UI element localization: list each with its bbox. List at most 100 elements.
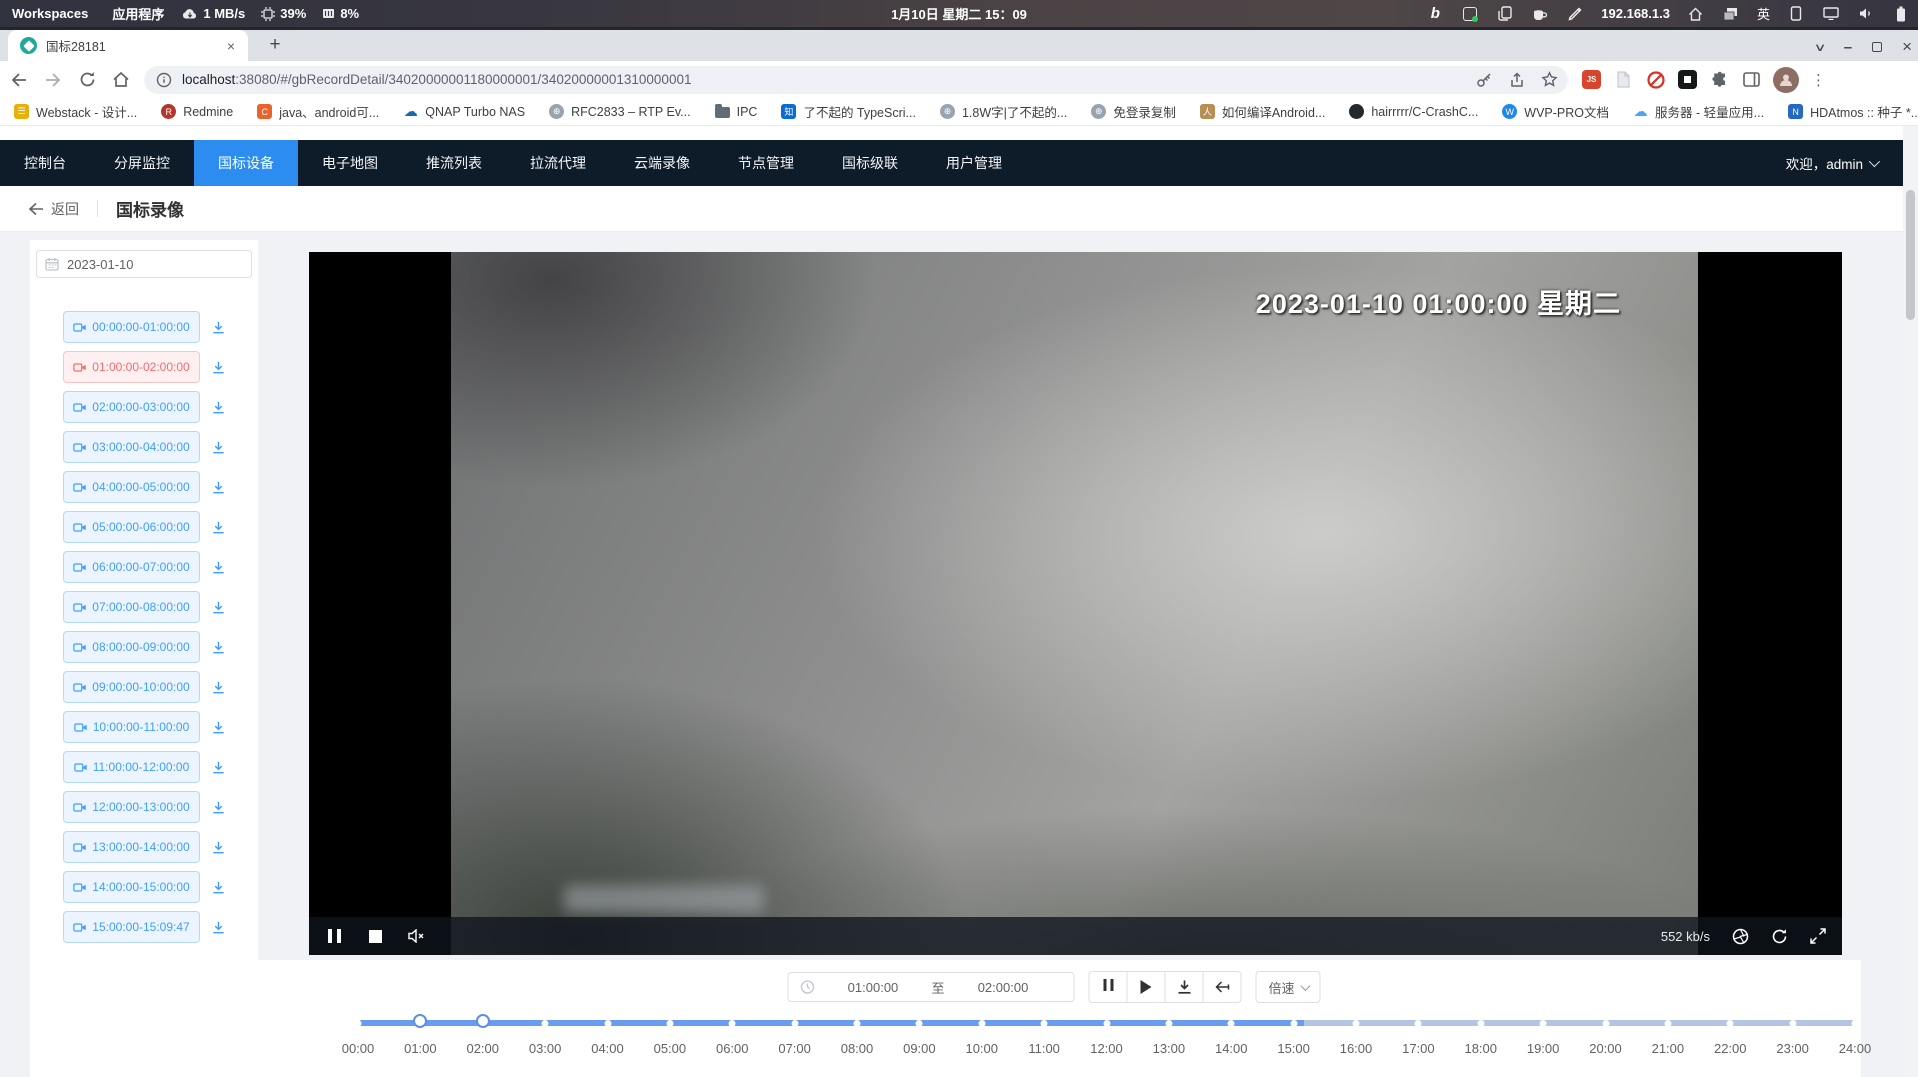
record-segment-button[interactable]: 09:00:00-10:00:00	[63, 671, 200, 703]
record-download-icon[interactable]	[211, 800, 226, 815]
user-menu[interactable]: 欢迎，admin	[1786, 140, 1877, 186]
clipboard-tray-icon[interactable]	[1496, 5, 1514, 23]
bookmark-item[interactable]: ⊕免登录复制	[1091, 102, 1176, 121]
nav-tab-6[interactable]: 拉流代理	[506, 140, 610, 186]
browser-menu-icon[interactable]: ⋮	[1811, 71, 1826, 89]
record-download-icon[interactable]	[211, 720, 226, 735]
player-stop-button[interactable]	[369, 930, 382, 943]
nav-tab-8[interactable]: 节点管理	[714, 140, 818, 186]
bookmark-item[interactable]: IPC	[715, 105, 758, 119]
seek-back-button[interactable]	[1202, 971, 1241, 1003]
video-player[interactable]: 2023-01-10 01:00:00 星期二 552 kb/s	[309, 252, 1842, 955]
bookmark-item[interactable]: Cjava、android可...	[257, 102, 379, 121]
record-segment-button[interactable]: 04:00:00-05:00:00	[63, 471, 200, 503]
record-download-icon[interactable]	[211, 520, 226, 535]
scrollbar-thumb[interactable]	[1906, 190, 1915, 320]
record-segment-button[interactable]: 06:00:00-07:00:00	[63, 551, 200, 583]
nav-tab-2[interactable]: 分屏监控	[90, 140, 194, 186]
timeline-range-handle[interactable]	[476, 1014, 490, 1028]
site-info-icon[interactable]	[156, 72, 172, 88]
record-segment-button[interactable]: 03:00:00-04:00:00	[63, 431, 200, 463]
time-range-input[interactable]: 01:00:00 至 02:00:00	[787, 972, 1074, 1002]
window-maximize-button[interactable]	[1872, 42, 1882, 52]
forward-icon[interactable]	[38, 65, 68, 95]
bookmark-item[interactable]: NHDAtmos :: 种子 *...	[1788, 102, 1918, 121]
bookmark-item[interactable]: ⊕1.8W字|了不起的...	[940, 102, 1067, 121]
fullscreen-icon[interactable]	[1810, 928, 1826, 944]
record-segment-button[interactable]: 14:00:00-15:00:00	[63, 871, 200, 903]
bookmark-item[interactable]: WWVP-PRO文档	[1502, 102, 1609, 121]
bookmark-item[interactable]: ☁QNAP Turbo NAS	[403, 104, 525, 119]
play-button[interactable]	[1126, 971, 1165, 1003]
windows-tray-icon[interactable]	[1722, 5, 1740, 23]
share-icon[interactable]	[1509, 72, 1525, 88]
record-download-icon[interactable]	[211, 880, 226, 895]
record-segment-button[interactable]: 07:00:00-08:00:00	[63, 591, 200, 623]
bookmark-item[interactable]: 人如何编译Android...	[1200, 102, 1326, 121]
record-segment-button[interactable]: 10:00:00-11:00:00	[63, 711, 200, 743]
ip-address[interactable]: 192.168.1.3	[1601, 6, 1670, 21]
timeline-track[interactable]	[358, 1020, 1855, 1026]
tab-close-icon[interactable]: ×	[222, 37, 240, 55]
bookmark-item[interactable]: ☰Webstack - 设计...	[14, 102, 137, 121]
record-download-icon[interactable]	[211, 920, 226, 935]
back-button[interactable]: 返回	[28, 199, 79, 219]
bookmark-item[interactable]: hairrrrr/C-CrashC...	[1349, 104, 1478, 119]
window-close-button[interactable]: ×	[1902, 37, 1912, 57]
record-download-icon[interactable]	[211, 840, 226, 855]
record-download-icon[interactable]	[211, 600, 226, 615]
battery-icon[interactable]	[1892, 5, 1910, 23]
record-segment-button[interactable]: 11:00:00-12:00:00	[63, 751, 200, 783]
os-clock[interactable]: 1月10日 星期二 15：09	[891, 4, 1027, 23]
home-icon[interactable]	[106, 65, 136, 95]
speed-dropdown[interactable]: 倍速	[1255, 971, 1320, 1003]
record-segment-button[interactable]: 13:00:00-14:00:00	[63, 831, 200, 863]
snapshot-shutter-icon[interactable]	[1732, 928, 1749, 945]
back-icon[interactable]	[4, 65, 34, 95]
bookmark-item[interactable]: RRedmine	[161, 104, 233, 119]
nav-tab-4[interactable]: 电子地图	[298, 140, 402, 186]
nav-tab-5[interactable]: 推流列表	[402, 140, 506, 186]
coffee-tray-icon[interactable]	[1531, 5, 1549, 23]
nav-tab-1[interactable]: 控制台	[0, 140, 90, 186]
record-segment-button[interactable]: 05:00:00-06:00:00	[63, 511, 200, 543]
nav-tab-7[interactable]: 云端录像	[610, 140, 714, 186]
page-scrollbar[interactable]	[1903, 126, 1918, 1077]
url-text[interactable]: localhost:38080/#/gbRecordDetail/3402000…	[182, 72, 1466, 87]
extension-adblock-icon[interactable]	[1646, 70, 1665, 89]
workspaces-button[interactable]: Workspaces	[12, 6, 88, 21]
start-time-value[interactable]: 01:00:00	[814, 980, 931, 995]
record-segment-button[interactable]: 00:00:00-01:00:00	[63, 311, 200, 343]
refresh-icon[interactable]	[1771, 928, 1788, 945]
end-time-value[interactable]: 02:00:00	[945, 980, 1062, 995]
extension-recorder-icon[interactable]	[1678, 70, 1697, 89]
address-bar[interactable]: localhost:38080/#/gbRecordDetail/3402000…	[144, 66, 1568, 94]
player-mute-icon[interactable]	[408, 929, 426, 943]
pause-button[interactable]	[1088, 971, 1127, 1003]
home-tray-icon[interactable]	[1687, 5, 1705, 23]
bookmark-item[interactable]: ☁服务器 - 轻量应用...	[1633, 102, 1764, 121]
sidepanel-icon[interactable]	[1742, 70, 1761, 89]
record-segment-button[interactable]: 08:00:00-09:00:00	[63, 631, 200, 663]
record-download-icon[interactable]	[211, 320, 226, 335]
record-download-icon[interactable]	[211, 360, 226, 375]
date-picker-input[interactable]: 2023-01-10	[36, 250, 252, 278]
record-download-icon[interactable]	[211, 400, 226, 415]
record-segment-button[interactable]: 02:00:00-03:00:00	[63, 391, 200, 423]
new-tab-button[interactable]: +	[262, 32, 288, 58]
nav-tab-9[interactable]: 国标级联	[818, 140, 922, 186]
timeline-range-handle[interactable]	[413, 1014, 427, 1028]
extensions-puzzle-icon[interactable]	[1710, 70, 1729, 89]
browser-tab[interactable]: 国标28181 ×	[8, 30, 248, 61]
record-download-icon[interactable]	[211, 680, 226, 695]
color-picker-tray-icon[interactable]	[1566, 5, 1584, 23]
nav-tab-3[interactable]: 国标设备	[194, 140, 298, 186]
bookmark-item[interactable]: 知了不起的 TypeScri...	[781, 102, 916, 121]
input-method-indicator[interactable]: 英	[1757, 4, 1770, 23]
extension-page-icon[interactable]	[1614, 70, 1633, 89]
phone-link-icon[interactable]	[1787, 5, 1805, 23]
extension-js-icon[interactable]: JS	[1582, 70, 1601, 89]
record-download-icon[interactable]	[211, 440, 226, 455]
record-segment-button[interactable]: 15:00:00-15:09:47	[63, 911, 200, 943]
tab-search-chevron-icon[interactable]: ∨	[1813, 41, 1826, 54]
